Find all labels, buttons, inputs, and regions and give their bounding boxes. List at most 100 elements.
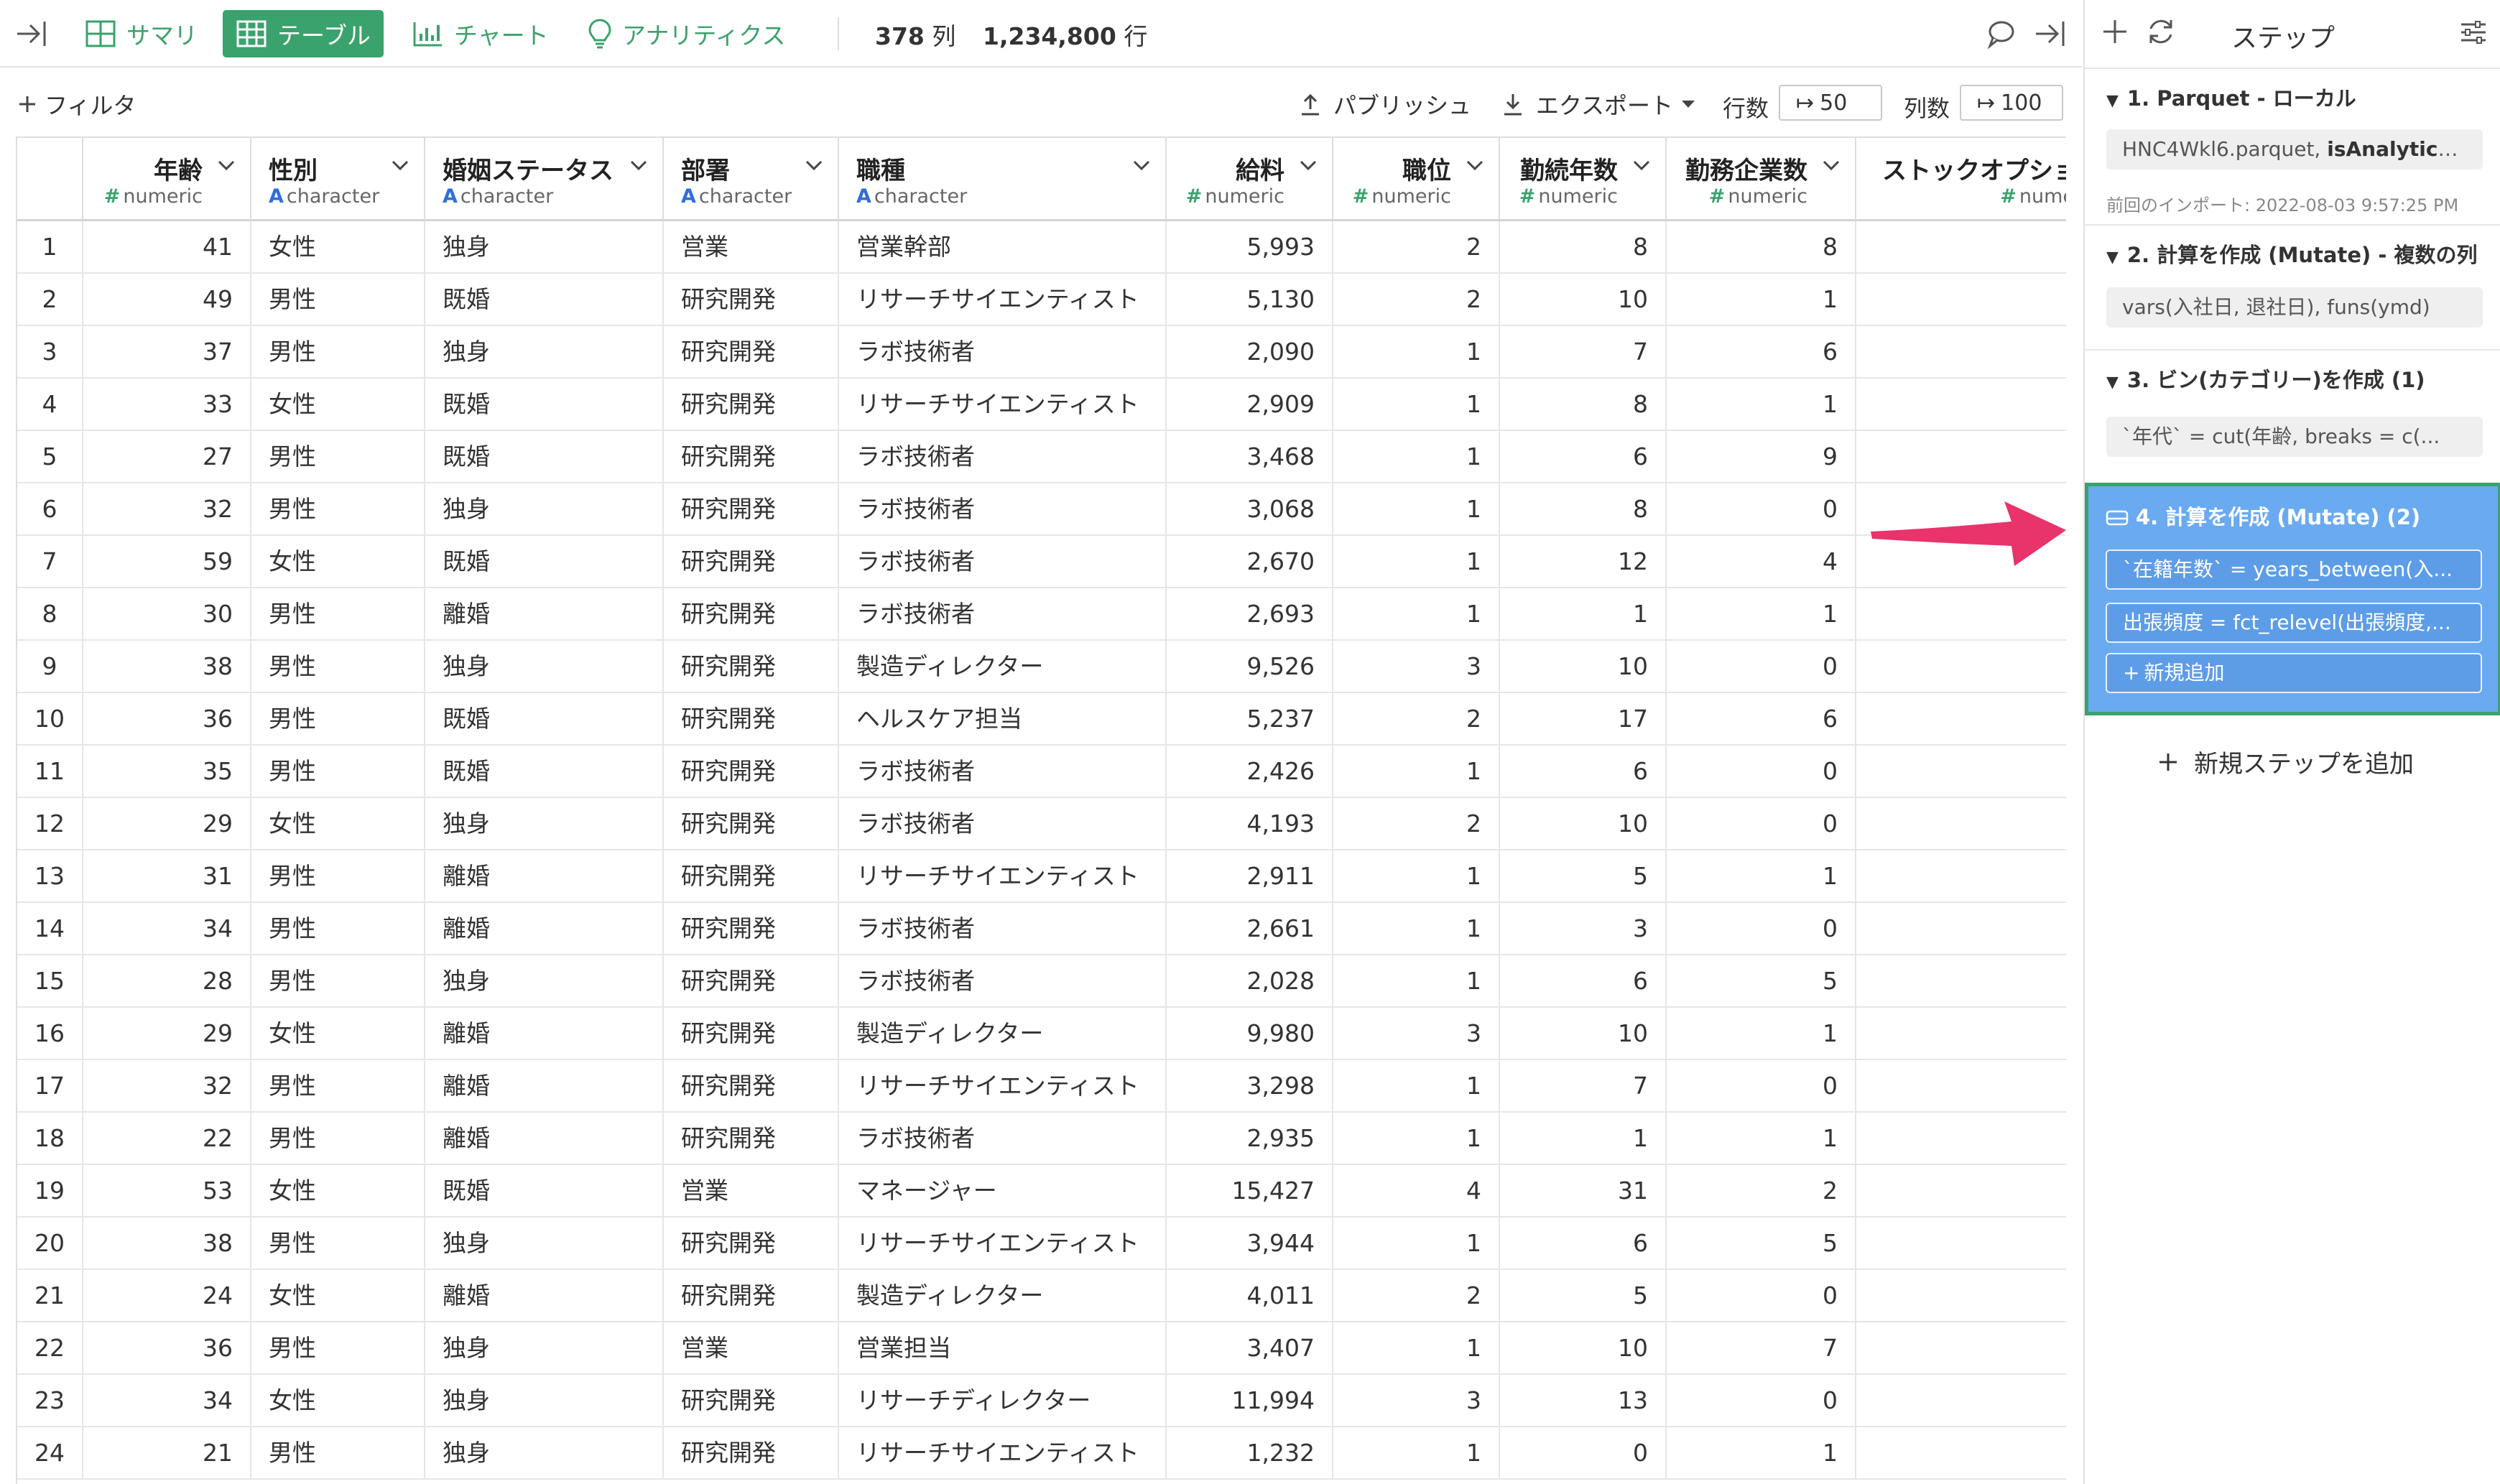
table-cell[interactable]: 5 <box>1500 1270 1667 1321</box>
step-2-detail[interactable]: vars(入社日, 退社日), funs(ymd) <box>2106 287 2483 328</box>
table-cell[interactable]: 研究開発 <box>664 379 839 430</box>
tab-chart[interactable]: チャート <box>399 10 562 57</box>
table-cell[interactable]: 女性 <box>251 1375 425 1426</box>
table-cell[interactable] <box>1856 641 2066 692</box>
table-cell[interactable] <box>1856 1322 2066 1373</box>
table-row[interactable]: 14 34 男性 離婚 研究開発 ラボ技術者 2,661 1 3 0 <box>17 903 2066 955</box>
table-cell[interactable]: 1 <box>1667 850 1856 901</box>
table-row[interactable]: 7 59 女性 既婚 研究開発 ラボ技術者 2,670 1 12 4 <box>17 536 2066 588</box>
table-cell[interactable]: 2,909 <box>1167 379 1333 430</box>
table-cell[interactable]: 1 <box>1333 955 1500 1006</box>
table-cell[interactable]: 2,090 <box>1167 326 1333 377</box>
tab-table[interactable]: テーブル <box>223 10 384 57</box>
table-cell[interactable]: 8 <box>1500 221 1667 272</box>
table-cell[interactable]: 6 <box>1500 431 1667 482</box>
table-cell[interactable]: 0 <box>1667 483 1856 534</box>
table-cell[interactable] <box>1856 1375 2066 1426</box>
table-cell[interactable]: 既婚 <box>425 431 664 482</box>
step-3-detail[interactable]: `年代` = cut(年齢, breaks = c(... <box>2106 417 2483 457</box>
table-cell[interactable]: リサーチディレクター <box>839 1375 1167 1426</box>
table-cell[interactable]: 研究開発 <box>664 641 839 692</box>
table-cell[interactable]: 既婚 <box>425 1165 664 1216</box>
table-cell[interactable]: 2,670 <box>1167 536 1333 587</box>
table-cell[interactable]: 営業 <box>664 1165 839 1216</box>
table-cell[interactable] <box>1856 1113 2066 1164</box>
table-cell[interactable]: 1 <box>1667 379 1856 430</box>
table-cell[interactable]: 36 <box>83 1322 251 1373</box>
table-cell[interactable]: ラボ技術者 <box>839 746 1167 797</box>
column-header[interactable]: ストックオプショ#nume <box>1856 138 2066 221</box>
table-cell[interactable]: 研究開発 <box>664 536 839 587</box>
column-header[interactable]: 婚姻ステータス Acharacter <box>425 138 664 221</box>
table-cell[interactable]: 研究開発 <box>664 850 839 901</box>
table-row[interactable]: 15 28 男性 独身 研究開発 ラボ技術者 2,028 1 6 5 <box>17 955 2066 1008</box>
table-cell[interactable]: 4,193 <box>1167 798 1333 849</box>
table-cell[interactable] <box>1856 1008 2066 1059</box>
table-cell[interactable]: 独身 <box>425 1322 664 1373</box>
table-cell[interactable]: 1 <box>1333 1060 1500 1111</box>
table-cell[interactable]: 1 <box>1333 431 1500 482</box>
table-cell[interactable]: 8 <box>1500 483 1667 534</box>
table-cell[interactable]: 女性 <box>251 536 425 587</box>
table-cell[interactable]: 離婚 <box>425 1270 664 1321</box>
table-cell[interactable]: 0 <box>1667 798 1856 849</box>
table-cell[interactable]: 1 <box>1333 850 1500 901</box>
table-cell[interactable]: 3 <box>1500 903 1667 954</box>
table-cell[interactable]: リサーチサイエンティスト <box>839 850 1167 901</box>
step-4-add-new[interactable]: + 新規追加 <box>2106 653 2482 693</box>
step-4-detail-2[interactable]: 出張頻度 = fct_relevel(出張頻度,... <box>2106 603 2482 643</box>
table-cell[interactable]: 営業 <box>664 1322 839 1373</box>
column-header[interactable]: 勤続年数 # numeric <box>1500 138 1667 221</box>
tab-analytics[interactable]: アナリティクス <box>575 10 798 57</box>
table-cell[interactable]: 研究開発 <box>664 1008 839 1059</box>
export-button[interactable]: エクスポート <box>1501 88 1696 121</box>
refresh-icon[interactable] <box>2145 16 2177 47</box>
table-row[interactable]: 4 33 女性 既婚 研究開発 リサーチサイエンティスト 2,909 1 8 1 <box>17 379 2066 431</box>
table-cell[interactable]: 4 <box>1333 1165 1500 1216</box>
table-cell[interactable]: 男性 <box>251 955 425 1006</box>
table-cell[interactable]: 営業幹部 <box>839 221 1167 272</box>
comment-icon[interactable] <box>1984 17 2017 50</box>
step-1[interactable]: ▼ 1. Parquet - ローカル HNC4Wkl6.parquet, isA… <box>2085 68 2500 223</box>
table-cell[interactable]: 2 <box>1333 798 1500 849</box>
table-cell[interactable]: 10 <box>1500 274 1667 325</box>
table-cell[interactable]: ラボ技術者 <box>839 903 1167 954</box>
table-cell[interactable]: 1 <box>1333 1113 1500 1164</box>
table-cell[interactable]: 0 <box>1667 1270 1856 1321</box>
chevron-down-icon[interactable] <box>1632 159 1651 171</box>
table-cell[interactable]: 34 <box>83 1375 251 1426</box>
table-cell[interactable]: 5 <box>1667 1218 1856 1269</box>
table-cell[interactable]: 5,130 <box>1167 274 1333 325</box>
table-cell[interactable]: 男性 <box>251 746 425 797</box>
table-cell[interactable]: 女性 <box>251 221 425 272</box>
table-cell[interactable]: 3,944 <box>1167 1218 1333 1269</box>
table-cell[interactable]: 17 <box>1500 693 1667 744</box>
table-cell[interactable]: 離婚 <box>425 1008 664 1059</box>
table-cell[interactable]: 離婚 <box>425 1113 664 1164</box>
table-cell[interactable]: 男性 <box>251 1060 425 1111</box>
table-cell[interactable]: 36 <box>83 693 251 744</box>
column-header[interactable]: 性別 Acharacter <box>251 138 425 221</box>
table-row[interactable]: 1 41 女性 独身 営業 営業幹部 5,993 2 8 8 <box>17 221 2066 274</box>
table-cell[interactable]: リサーチサイエンティスト <box>839 1427 1167 1478</box>
table-cell[interactable] <box>1856 903 2066 954</box>
table-row[interactable]: 24 21 男性 独身 研究開発 リサーチサイエンティスト 1,232 1 0 1 <box>17 1427 2066 1480</box>
table-cell[interactable]: ラボ技術者 <box>839 536 1167 587</box>
table-cell[interactable]: 9,526 <box>1167 641 1333 692</box>
table-row[interactable]: 23 34 女性 独身 研究開発 リサーチディレクター 11,994 3 13 0 <box>17 1375 2066 1427</box>
table-cell[interactable]: 1 <box>1333 483 1500 534</box>
chevron-down-icon[interactable] <box>391 159 409 171</box>
table-cell[interactable]: 2,426 <box>1167 746 1333 797</box>
table-cell[interactable] <box>1856 431 2066 482</box>
table-cell[interactable]: 9 <box>1667 431 1856 482</box>
table-cell[interactable] <box>1856 746 2066 797</box>
table-cell[interactable]: 2,028 <box>1167 955 1333 1006</box>
table-cell[interactable]: 研究開発 <box>664 746 839 797</box>
table-cell[interactable]: 7 <box>1500 1060 1667 1111</box>
table-row[interactable]: 12 29 女性 独身 研究開発 ラボ技術者 4,193 2 10 0 <box>17 798 2066 850</box>
table-cell[interactable]: 6 <box>1500 955 1667 1006</box>
table-cell[interactable]: 独身 <box>425 798 664 849</box>
table-cell[interactable]: ラボ技術者 <box>839 1113 1167 1164</box>
table-cell[interactable]: 独身 <box>425 955 664 1006</box>
table-cell[interactable]: 1 <box>1667 1427 1856 1478</box>
